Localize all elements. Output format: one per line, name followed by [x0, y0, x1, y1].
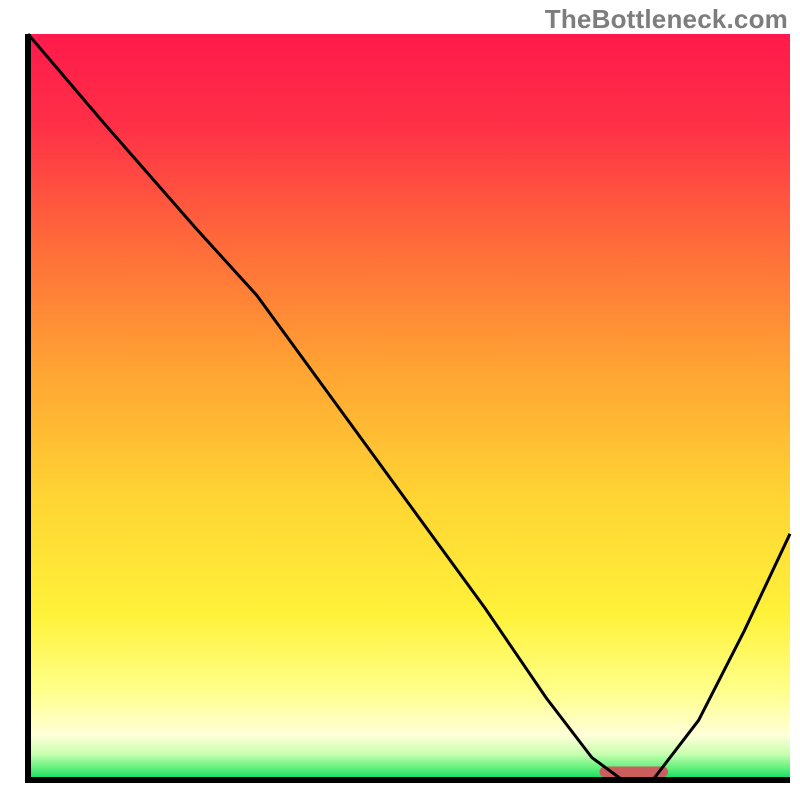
watermark-text: TheBottleneck.com	[545, 4, 788, 35]
bottleneck-chart	[0, 0, 800, 800]
plot-area	[28, 34, 790, 780]
